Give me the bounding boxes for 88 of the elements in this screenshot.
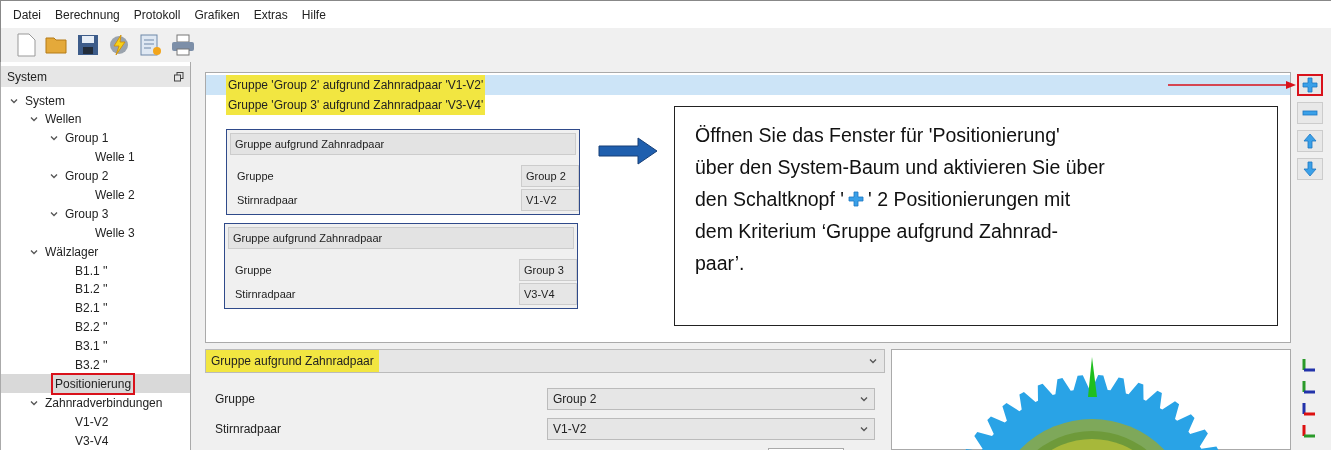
instruction-text: paar’. [695, 251, 745, 276]
printer-icon[interactable] [171, 34, 195, 56]
tree-row[interactable]: Group 3 [1, 204, 190, 224]
card-title: Gruppe aufgrund Zahnradpaar [230, 133, 576, 155]
position-entry: Gruppe 'Group 2' aufgrund Zahnradpaar 'V1-V2' [226, 75, 486, 95]
tree-row[interactable]: Group 2 [1, 166, 190, 186]
field-label: Gruppe [235, 262, 272, 278]
instruction-text: den Schaltknopf ' [695, 187, 844, 212]
select-field[interactable]: Group 2 [547, 388, 875, 410]
tree-item[interactable]: Welle 1 [93, 148, 137, 167]
card-title: Gruppe aufgrund Zahnradpaar [228, 227, 574, 249]
tree-item[interactable]: Group 2 [63, 167, 111, 186]
folder-icon[interactable] [45, 35, 69, 55]
tree-item[interactable]: Welle 3 [93, 223, 137, 242]
field-label: Gruppe [215, 391, 256, 408]
instruction-text: über den System-Baum und aktivieren Sie über [695, 155, 1105, 180]
tree-row[interactable]: Positionierung [1, 374, 190, 394]
tree-row[interactable]: B1.1 '' [1, 261, 190, 280]
plus-icon [848, 191, 864, 207]
plus-icon [1302, 77, 1318, 93]
tree-row[interactable]: Welle 3 [1, 223, 190, 243]
tree-item[interactable]: B3.2 '' [73, 356, 110, 374]
menu-item[interactable]: Hilfe [301, 5, 326, 24]
tree-item[interactable]: B2.1 '' [73, 299, 110, 318]
tree-row[interactable]: Welle 1 [1, 147, 190, 167]
add-button[interactable] [1297, 74, 1323, 96]
tree-row[interactable]: B3.2 '' [1, 355, 190, 375]
tree-item[interactable]: V3-V4 [73, 431, 111, 450]
tree-row[interactable]: Zahnradverbindungen [1, 393, 190, 413]
menu-item[interactable]: Berechnung [55, 5, 120, 24]
down-button[interactable] [1297, 158, 1323, 180]
field-value: V1-V2 [521, 189, 579, 211]
instruction-text: Öffnen Sie das Fenster für 'Positionierung' [695, 123, 1060, 148]
tree-row[interactable]: Wellen [1, 109, 190, 129]
menu-item[interactable]: Extras [253, 5, 288, 24]
arrow-down-icon [1302, 161, 1318, 177]
field-value: Group 2 [521, 165, 579, 187]
tree-row[interactable]: V3-V4 [1, 431, 190, 450]
field-label: Stirnradpaar [237, 192, 298, 208]
select-field[interactable]: V1-V2 [547, 418, 875, 440]
panel-title: System [7, 68, 47, 86]
remove-button[interactable] [1297, 102, 1323, 124]
restore-icon[interactable] [174, 71, 184, 82]
tree-item[interactable]: Wellen [43, 110, 84, 129]
tree-item[interactable]: B1.1 '' [73, 261, 110, 280]
menu-item[interactable]: Datei [13, 5, 41, 24]
lightning-gear-icon[interactable] [107, 33, 131, 57]
criterion-dropdown[interactable]: Gruppe aufgrund Zahnradpaar [205, 349, 885, 373]
instruction-text: ' 2 Positionierungen mit [868, 187, 1071, 212]
tree-item[interactable]: Group 1 [63, 129, 111, 148]
arrow-up-icon [1302, 133, 1318, 149]
chevron-icon[interactable] [859, 424, 869, 434]
tree-row[interactable]: B2.1 '' [1, 298, 190, 318]
field-label: Stirnradpaar [215, 421, 282, 438]
dropdown-value: Gruppe aufgrund Zahnradpaar [206, 350, 379, 372]
tree-item[interactable]: Welle 2 [93, 185, 137, 204]
tree-item[interactable]: B2.2 '' [73, 318, 110, 337]
tree-row[interactable]: System [1, 91, 190, 110]
tree-row[interactable]: B1.2 '' [1, 280, 190, 299]
tree-row[interactable]: B3.1 '' [1, 336, 190, 356]
tree-item[interactable]: Group 3 [63, 204, 111, 223]
tree-item[interactable]: B3.1 '' [73, 337, 110, 356]
arrow-icon [598, 137, 658, 165]
chevron-icon[interactable] [868, 356, 878, 366]
save-icon[interactable] [77, 34, 99, 56]
field-value: Group 3 [519, 259, 577, 281]
tree-item[interactable]: B1.2 '' [73, 280, 110, 299]
tree-item[interactable]: System [23, 91, 67, 110]
tree-item[interactable]: Positionierung [53, 374, 134, 393]
field-label: Stirnradpaar [235, 286, 296, 302]
tree-row[interactable]: B2.2 '' [1, 317, 190, 337]
tree-row[interactable]: Wälzlager [1, 242, 190, 262]
tree-item[interactable]: Wälzlager [43, 242, 101, 261]
position-entry: Gruppe 'Group 3' aufgrund Zahnradpaar 'V3-V4' [226, 95, 486, 115]
tree-row[interactable]: Welle 2 [1, 185, 190, 205]
field-label: Gruppe [237, 168, 274, 184]
tree-row[interactable]: Group 1 [1, 128, 190, 148]
instruction-text: dem Kriterium ‘Gruppe aufgrund Zahnrad- [695, 219, 1059, 244]
field-value: V3-V4 [519, 283, 577, 305]
list-row[interactable]: Gruppe 'Group 3' aufgrund Zahnradpaar 'V3-V4' [206, 95, 1290, 115]
menu-item[interactable]: Grafiken [194, 5, 240, 24]
up-button[interactable] [1297, 130, 1323, 152]
tree-row[interactable]: V1-V2 [1, 412, 190, 432]
list-row[interactable]: Gruppe 'Group 2' aufgrund Zahnradpaar 'V1-V2' [206, 75, 1290, 95]
tree-item[interactable]: V1-V2 [73, 412, 111, 431]
chevron-icon[interactable] [859, 394, 869, 404]
menu-item[interactable]: Protokoll [133, 5, 181, 24]
tree-item[interactable]: Zahnradverbindungen [43, 393, 165, 412]
